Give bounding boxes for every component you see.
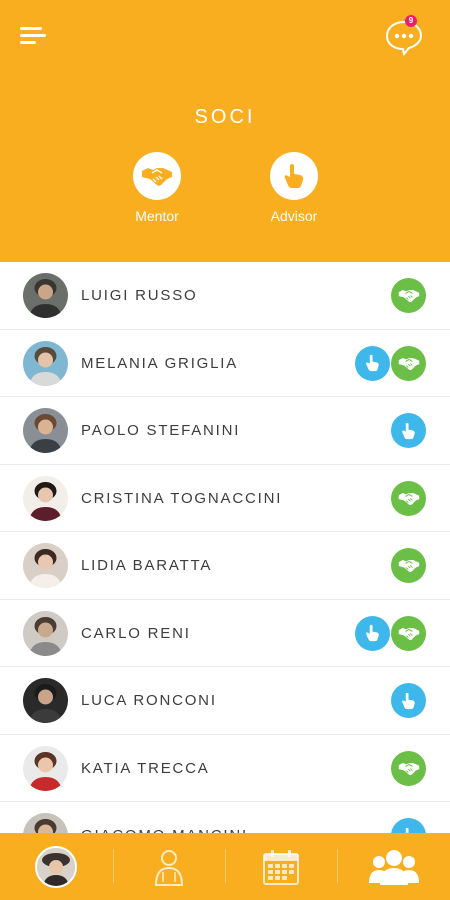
handshake-icon xyxy=(398,627,419,640)
member-row[interactable]: LUCA RONCONI xyxy=(0,667,450,735)
member-row[interactable]: MELANIA GRIGLIA xyxy=(0,330,450,397)
notification-badge: 9 xyxy=(405,15,417,27)
advisor-label: Advisor xyxy=(270,208,318,224)
member-row[interactable]: CRISTINA TOGNACCINI xyxy=(0,465,450,532)
member-list: LUIGI RUSSO MELANIA GRIGLIA PAOLO STEFANIN… xyxy=(0,262,450,833)
avatar xyxy=(23,678,68,723)
member-name: CARLO RENI xyxy=(81,624,191,642)
pointing-hand-icon xyxy=(366,624,379,642)
mentor-filter-button[interactable]: Mentor xyxy=(117,152,197,224)
menu-button[interactable] xyxy=(20,24,46,46)
page-title: SOCI xyxy=(194,106,256,128)
avatar xyxy=(23,408,68,453)
chat-button[interactable] xyxy=(384,18,424,57)
avatar xyxy=(23,543,68,588)
member-name: MELANIA GRIGLIA xyxy=(81,354,239,372)
member-name: LUCA RONCONI xyxy=(81,692,217,709)
member-name: LIDIA BARATTA xyxy=(81,557,213,574)
advisor-badge xyxy=(355,615,390,651)
mentor-badge xyxy=(391,278,426,313)
member-name: KATIA TRECCA xyxy=(81,759,210,777)
chat-bubble-icon xyxy=(385,20,423,57)
member-name: GIACOMO MANCINI xyxy=(81,802,248,833)
bottom-nav xyxy=(0,833,450,900)
avatar xyxy=(35,845,77,888)
pointing-hand-icon xyxy=(284,164,304,188)
handshake-icon xyxy=(398,762,419,775)
nav-group[interactable] xyxy=(338,833,450,900)
person-icon xyxy=(154,849,184,886)
member-row[interactable]: PAOLO STEFANINI xyxy=(0,397,450,465)
pointing-hand-icon xyxy=(402,692,415,709)
member-name: LUIGI RUSSO xyxy=(81,287,198,304)
avatar xyxy=(23,273,68,318)
hamburger-icon xyxy=(20,27,42,30)
advisor-filter-button[interactable]: Advisor xyxy=(254,152,334,224)
mentor-badge xyxy=(391,345,426,381)
mentor-label: Mentor xyxy=(135,208,179,224)
calendar-icon xyxy=(263,849,299,885)
member-row[interactable]: GIACOMO MANCINI xyxy=(0,802,450,833)
advisor-badge xyxy=(391,413,426,448)
pointing-hand-icon xyxy=(366,354,379,372)
avatar xyxy=(23,610,68,656)
member-row[interactable]: LIDIA BARATTA xyxy=(0,532,450,600)
advisor-badge xyxy=(355,345,390,381)
header: 9 SOCI Mentor Advisor xyxy=(0,0,450,262)
avatar xyxy=(23,813,68,833)
nav-profile[interactable] xyxy=(0,833,112,900)
mentor-badge xyxy=(391,548,426,583)
group-icon xyxy=(369,849,419,885)
advisor-badge xyxy=(391,683,426,718)
member-row[interactable]: CARLO RENI xyxy=(0,600,450,667)
handshake-icon xyxy=(398,492,419,505)
member-name: PAOLO STEFANINI xyxy=(81,422,241,439)
nav-person[interactable] xyxy=(113,833,225,900)
advisor-badge xyxy=(391,818,426,833)
handshake-icon xyxy=(398,290,419,303)
mentor-badge xyxy=(391,750,426,786)
handshake-icon xyxy=(398,560,419,573)
handshake-icon xyxy=(398,357,419,370)
mentor-badge xyxy=(391,615,426,651)
member-name: CRISTINA TOGNACCINI xyxy=(81,489,283,507)
avatar xyxy=(23,475,68,521)
avatar xyxy=(23,745,68,791)
member-row[interactable]: KATIA TRECCA xyxy=(0,735,450,802)
pointing-hand-icon xyxy=(402,422,415,439)
avatar xyxy=(23,340,68,386)
member-row[interactable]: LUIGI RUSSO xyxy=(0,262,450,330)
handshake-icon xyxy=(142,168,172,186)
mentor-badge xyxy=(391,480,426,516)
nav-calendar[interactable] xyxy=(225,833,337,900)
